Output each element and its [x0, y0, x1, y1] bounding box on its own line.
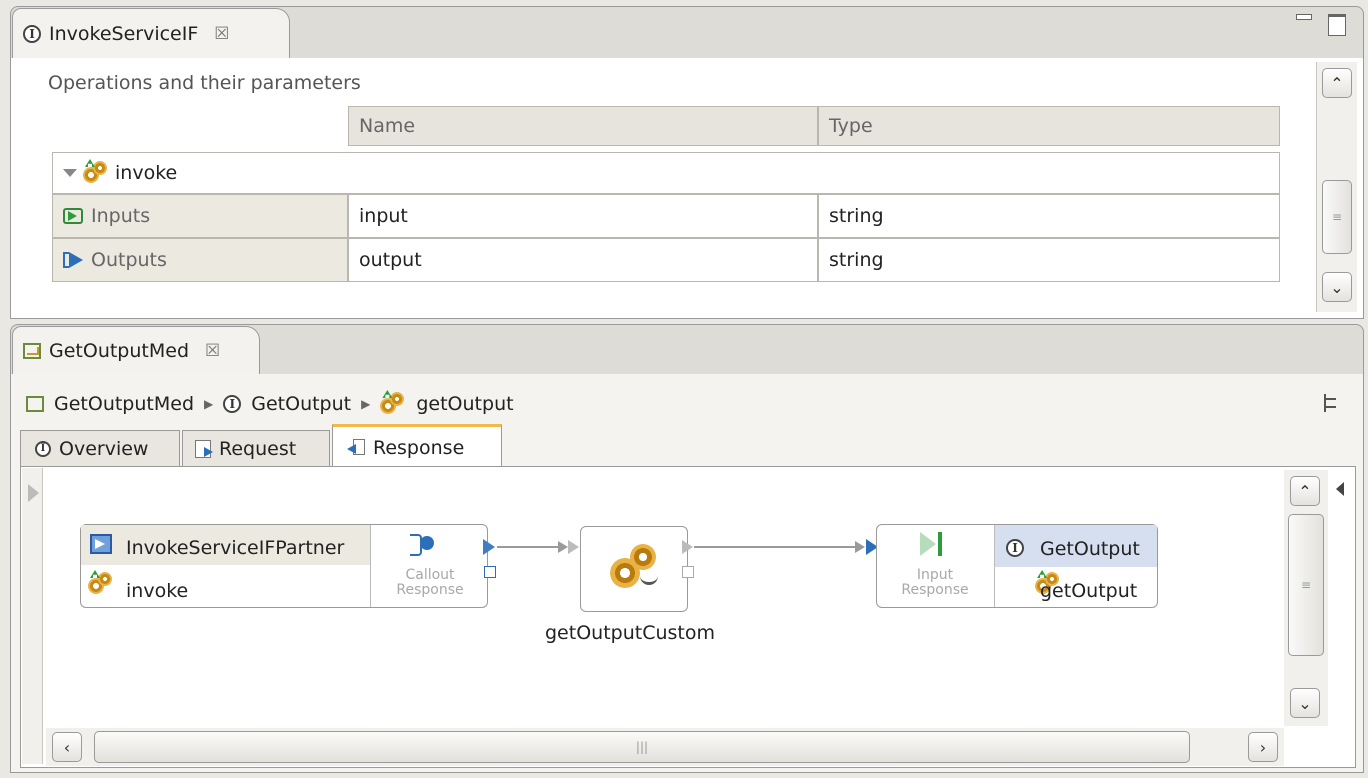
close-icon[interactable]: ☒: [214, 24, 229, 44]
request-icon: [195, 439, 213, 458]
interface-icon: I: [1006, 539, 1024, 557]
breadcrumb-item-mediation[interactable]: GetOutputMed: [54, 393, 194, 415]
callout-operation-name: invoke: [126, 580, 189, 602]
custom-input-terminal[interactable]: [568, 540, 579, 554]
outputs-label-cell[interactable]: Outputs: [52, 238, 348, 282]
tab-response[interactable]: Response: [332, 424, 502, 468]
callout-divider: [370, 525, 371, 607]
interface-icon: I: [223, 395, 242, 413]
palette-expand-icon[interactable]: [28, 484, 39, 502]
tree-layout-icon[interactable]: [1324, 394, 1340, 412]
overview-icon: I: [35, 440, 51, 457]
scroll-up-button[interactable]: ⌃: [1290, 476, 1320, 506]
callout-partner-name: InvokeServiceIFPartner: [126, 537, 345, 559]
connection-wire[interactable]: [694, 546, 856, 548]
callout-fail-terminal[interactable]: [484, 566, 496, 578]
tab-request[interactable]: Request: [182, 430, 330, 466]
input-type-cell[interactable]: string: [818, 194, 1280, 238]
breadcrumb-item-operation[interactable]: getOutput: [416, 393, 513, 415]
interface-name: GetOutput: [1040, 538, 1140, 560]
scroll-thumb[interactable]: |||: [94, 731, 1190, 763]
callout-response-icon: [410, 532, 436, 556]
arrow-head: [558, 541, 568, 553]
scroll-down-button[interactable]: ⌄: [1322, 272, 1352, 302]
breadcrumb-item-interface[interactable]: GetOutput: [251, 393, 351, 415]
input-response-icon: [920, 532, 948, 556]
maximize-icon[interactable]: [1328, 14, 1346, 36]
operation-name: invoke: [115, 162, 178, 184]
scroll-up-button[interactable]: ⌃: [1322, 68, 1352, 98]
section-title: Operations and their parameters: [48, 72, 361, 94]
flow-canvas[interactable]: [20, 466, 1356, 768]
interface-icon: I: [23, 24, 41, 43]
operation-icon: [380, 390, 406, 416]
scroll-thumb[interactable]: ≡: [1322, 180, 1352, 254]
tab-overview[interactable]: I Overview: [20, 430, 180, 466]
input-name-cell[interactable]: input: [348, 194, 818, 238]
callout-response-label: Callout Response: [396, 567, 464, 598]
column-header-type[interactable]: Type: [818, 106, 1280, 146]
scroll-down-button[interactable]: ⌄: [1290, 688, 1320, 718]
chevron-right-icon: ▶: [204, 397, 214, 411]
inputs-label-cell[interactable]: Inputs: [52, 194, 348, 238]
arrow-head: [855, 541, 865, 553]
custom-gears-icon: [610, 544, 660, 592]
tab-label: InvokeServiceIF: [49, 22, 199, 45]
operation-icon: [83, 159, 109, 185]
custom-primitive-name: getOutputCustom: [545, 622, 715, 644]
chevron-right-icon: ▶: [361, 397, 371, 411]
tab-getoutputmed[interactable]: GetOutputMed ☒: [12, 326, 260, 374]
output-name-cell[interactable]: output: [348, 238, 818, 282]
minimize-icon[interactable]: [1296, 14, 1312, 20]
mediation-flow-icon: [23, 342, 41, 359]
mediation-flow-icon: [26, 396, 44, 412]
partner-reference-icon: [90, 534, 112, 554]
custom-output-terminal[interactable]: [682, 540, 693, 554]
chevron-down-icon[interactable]: [63, 169, 77, 177]
output-terminal-icon: [63, 252, 85, 268]
palette-toggle[interactable]: [22, 468, 43, 764]
output-type-cell[interactable]: string: [818, 238, 1280, 282]
column-header-name[interactable]: Name: [348, 106, 818, 146]
connection-wire[interactable]: [497, 546, 559, 548]
operation-icon: [88, 570, 114, 596]
close-icon[interactable]: ☒: [205, 341, 220, 361]
response-icon: [347, 438, 365, 457]
scroll-thumb[interactable]: ≡: [1288, 514, 1324, 656]
output-terminal-outline: [483, 539, 495, 555]
custom-fail-terminal[interactable]: [682, 566, 694, 578]
scroll-right-button[interactable]: ›: [1248, 732, 1278, 762]
input-terminal-icon: [63, 208, 83, 224]
collapse-arrow-icon[interactable]: [1336, 482, 1344, 496]
breadcrumb: GetOutputMed ▶ I GetOutput ▶ getOutput: [26, 388, 514, 420]
operation-row[interactable]: invoke: [52, 152, 1280, 194]
scroll-left-button[interactable]: ‹: [52, 732, 82, 762]
input-response-label: Input Response: [901, 567, 969, 598]
tab-invokeserviceif[interactable]: I InvokeServiceIF ☒: [12, 8, 290, 58]
interface-operation-name: getOutput: [1040, 580, 1138, 602]
